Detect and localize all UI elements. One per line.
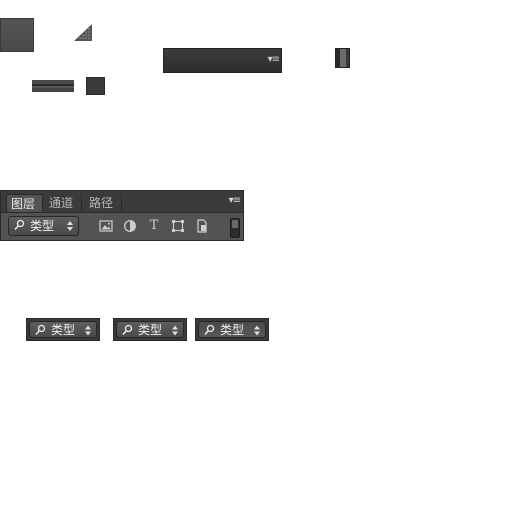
filter-kind-select[interactable]: 类型 xyxy=(198,321,266,338)
panel-menu-icon[interactable]: ▾≡ xyxy=(268,54,280,65)
image-icon[interactable] xyxy=(99,219,113,233)
panel-tab-bar: 图层 通道 路径 ▾≡ xyxy=(1,191,243,213)
filter-kind-select[interactable]: 类型 xyxy=(116,321,184,338)
filter-toggle[interactable] xyxy=(230,218,240,238)
filter-kind-label: 类型 xyxy=(51,323,76,337)
filter-select-normal: 类型 xyxy=(26,318,100,341)
adjustment-icon[interactable] xyxy=(123,219,137,233)
small-swatch xyxy=(86,77,105,95)
layers-panel: 图层 通道 路径 ▾≡ 类型 T xyxy=(0,190,244,241)
filter-kind-label: 类型 xyxy=(220,323,245,337)
filter-kind-select[interactable]: 类型 xyxy=(8,216,79,236)
smart-object-icon[interactable] xyxy=(195,219,209,233)
type-icon[interactable]: T xyxy=(147,219,161,233)
updown-arrows-icon xyxy=(67,221,73,231)
search-icon xyxy=(35,324,46,335)
tab-channels[interactable]: 通道 xyxy=(45,194,82,212)
filter-kind-label: 类型 xyxy=(30,219,55,233)
search-icon xyxy=(204,324,215,335)
updown-arrows-icon xyxy=(85,325,91,336)
search-icon xyxy=(122,324,133,335)
updown-arrows-icon xyxy=(172,325,178,336)
tab-paths[interactable]: 路径 xyxy=(85,194,122,212)
filter-select-pressed: 类型 xyxy=(195,318,269,341)
swatch-square xyxy=(0,18,34,52)
filter-kind-label: 类型 xyxy=(138,323,163,337)
resize-grip-icon[interactable] xyxy=(74,24,92,41)
panel-menu-icon[interactable]: ▾≡ xyxy=(229,195,241,206)
panel-header-sample: ▾≡ xyxy=(163,48,282,73)
filter-select-hover: 类型 xyxy=(113,318,187,341)
scrollbar-thumb-sample[interactable] xyxy=(335,48,350,68)
shape-icon[interactable] xyxy=(171,219,185,233)
tab-layers[interactable]: 图层 xyxy=(6,194,43,212)
updown-arrows-icon xyxy=(254,325,260,336)
filter-icons-group: T xyxy=(99,217,213,235)
filter-kind-select[interactable]: 类型 xyxy=(29,321,97,338)
divider-sample xyxy=(32,80,74,92)
search-icon xyxy=(14,219,25,230)
